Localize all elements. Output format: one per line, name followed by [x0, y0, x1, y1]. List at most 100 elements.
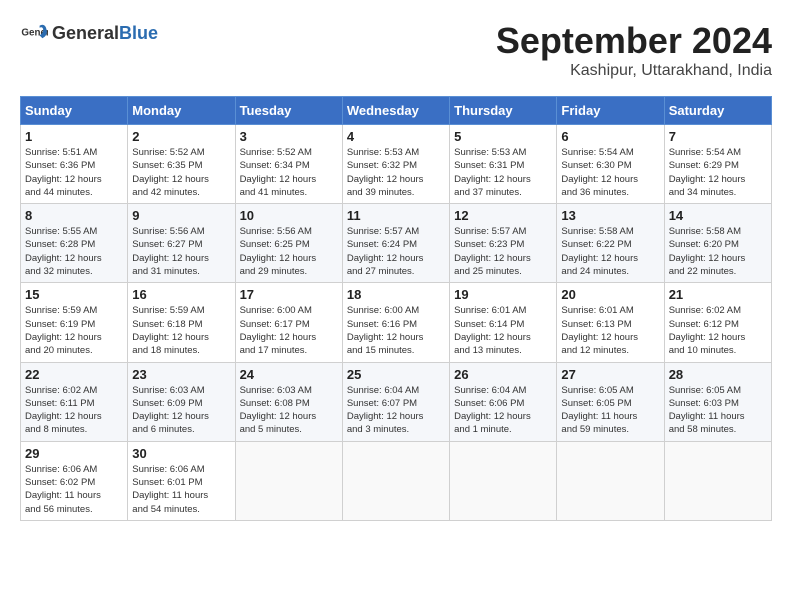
table-cell: 15 Sunrise: 5:59 AM Sunset: 6:19 PM Dayli… — [21, 283, 128, 362]
table-cell: 26Sunrise: 6:04 AM Sunset: 6:06 PM Dayli… — [450, 362, 557, 441]
day-number: 25 — [347, 367, 445, 382]
month-title: September 2024 — [496, 20, 772, 62]
table-cell: 13Sunrise: 5:58 AM Sunset: 6:22 PM Dayli… — [557, 204, 664, 283]
day-info: Sunrise: 5:55 AM Sunset: 6:28 PM Dayligh… — [25, 225, 123, 278]
day-number: 21 — [669, 287, 767, 302]
day-number: 4 — [347, 129, 445, 144]
table-cell — [664, 441, 771, 520]
day-number: 7 — [669, 129, 767, 144]
table-cell: 21 Sunrise: 6:02 AM Sunset: 6:12 PM Dayli… — [664, 283, 771, 362]
col-monday: Monday — [128, 97, 235, 125]
table-cell — [235, 441, 342, 520]
logo-general-text: General — [52, 24, 119, 44]
day-number: 14 — [669, 208, 767, 223]
day-info: Sunrise: 5:51 AM Sunset: 6:36 PM Dayligh… — [25, 146, 123, 199]
day-info: Sunrise: 5:54 AM Sunset: 6:30 PM Dayligh… — [561, 146, 659, 199]
table-cell: 7 Sunrise: 5:54 AM Sunset: 6:29 PM Daylig… — [664, 125, 771, 204]
day-info: Sunrise: 6:05 AM Sunset: 6:03 PM Dayligh… — [669, 384, 767, 437]
day-number: 9 — [132, 208, 230, 223]
day-number: 20 — [561, 287, 659, 302]
day-info: Sunrise: 5:58 AM Sunset: 6:20 PM Dayligh… — [669, 225, 767, 278]
day-number: 11 — [347, 208, 445, 223]
col-sunday: Sunday — [21, 97, 128, 125]
calendar-table: Sunday Monday Tuesday Wednesday Thursday… — [20, 96, 772, 521]
day-number: 22 — [25, 367, 123, 382]
table-cell: 5 Sunrise: 5:53 AM Sunset: 6:31 PM Daylig… — [450, 125, 557, 204]
table-cell: 24Sunrise: 6:03 AM Sunset: 6:08 PM Dayli… — [235, 362, 342, 441]
day-info: Sunrise: 6:05 AM Sunset: 6:05 PM Dayligh… — [561, 384, 659, 437]
calendar-row: 22Sunrise: 6:02 AM Sunset: 6:11 PM Dayli… — [21, 362, 772, 441]
table-cell: 22Sunrise: 6:02 AM Sunset: 6:11 PM Dayli… — [21, 362, 128, 441]
day-number: 8 — [25, 208, 123, 223]
day-number: 26 — [454, 367, 552, 382]
day-info: Sunrise: 6:01 AM Sunset: 6:13 PM Dayligh… — [561, 304, 659, 357]
table-cell: 29 Sunrise: 6:06 AM Sunset: 6:02 PM Dayli… — [21, 441, 128, 520]
day-info: Sunrise: 6:02 AM Sunset: 6:12 PM Dayligh… — [669, 304, 767, 357]
table-cell: 19Sunrise: 6:01 AM Sunset: 6:14 PM Dayli… — [450, 283, 557, 362]
day-number: 2 — [132, 129, 230, 144]
day-number: 24 — [240, 367, 338, 382]
day-number: 12 — [454, 208, 552, 223]
day-number: 28 — [669, 367, 767, 382]
day-info: Sunrise: 5:57 AM Sunset: 6:23 PM Dayligh… — [454, 225, 552, 278]
day-info: Sunrise: 6:00 AM Sunset: 6:16 PM Dayligh… — [347, 304, 445, 357]
day-info: Sunrise: 6:04 AM Sunset: 6:07 PM Dayligh… — [347, 384, 445, 437]
header: General General Blue September 2024 Kash… — [20, 20, 772, 80]
day-number: 16 — [132, 287, 230, 302]
day-info: Sunrise: 5:54 AM Sunset: 6:29 PM Dayligh… — [669, 146, 767, 199]
table-cell: 16 Sunrise: 5:59 AM Sunset: 6:18 PM Dayli… — [128, 283, 235, 362]
day-info: Sunrise: 5:59 AM Sunset: 6:19 PM Dayligh… — [25, 304, 123, 357]
day-info: Sunrise: 6:01 AM Sunset: 6:14 PM Dayligh… — [454, 304, 552, 357]
col-wednesday: Wednesday — [342, 97, 449, 125]
day-info: Sunrise: 6:06 AM Sunset: 6:01 PM Dayligh… — [132, 463, 230, 516]
table-cell: 12 Sunrise: 5:57 AM Sunset: 6:23 PM Dayli… — [450, 204, 557, 283]
day-number: 6 — [561, 129, 659, 144]
day-info: Sunrise: 6:06 AM Sunset: 6:02 PM Dayligh… — [25, 463, 123, 516]
logo-icon: General — [20, 20, 48, 48]
day-info: Sunrise: 5:57 AM Sunset: 6:24 PM Dayligh… — [347, 225, 445, 278]
table-cell — [450, 441, 557, 520]
logo-blue-text: Blue — [119, 24, 158, 44]
col-tuesday: Tuesday — [235, 97, 342, 125]
day-info: Sunrise: 5:56 AM Sunset: 6:27 PM Dayligh… — [132, 225, 230, 278]
table-cell: 4 Sunrise: 5:53 AM Sunset: 6:32 PM Daylig… — [342, 125, 449, 204]
table-cell: 1Sunrise: 5:51 AM Sunset: 6:36 PM Daylig… — [21, 125, 128, 204]
calendar-row: 29 Sunrise: 6:06 AM Sunset: 6:02 PM Dayli… — [21, 441, 772, 520]
table-cell: 11 Sunrise: 5:57 AM Sunset: 6:24 PM Dayli… — [342, 204, 449, 283]
col-thursday: Thursday — [450, 97, 557, 125]
day-number: 18 — [347, 287, 445, 302]
day-number: 5 — [454, 129, 552, 144]
day-info: Sunrise: 5:58 AM Sunset: 6:22 PM Dayligh… — [561, 225, 659, 278]
table-cell: 2 Sunrise: 5:52 AM Sunset: 6:35 PM Daylig… — [128, 125, 235, 204]
day-info: Sunrise: 6:00 AM Sunset: 6:17 PM Dayligh… — [240, 304, 338, 357]
day-info: Sunrise: 5:56 AM Sunset: 6:25 PM Dayligh… — [240, 225, 338, 278]
day-info: Sunrise: 5:53 AM Sunset: 6:32 PM Dayligh… — [347, 146, 445, 199]
table-cell — [557, 441, 664, 520]
table-cell: 23Sunrise: 6:03 AM Sunset: 6:09 PM Dayli… — [128, 362, 235, 441]
day-number: 30 — [132, 446, 230, 461]
title-area: September 2024 Kashipur, Uttarakhand, In… — [496, 20, 772, 80]
table-cell: 30 Sunrise: 6:06 AM Sunset: 6:01 PM Dayli… — [128, 441, 235, 520]
table-cell: 27Sunrise: 6:05 AM Sunset: 6:05 PM Dayli… — [557, 362, 664, 441]
table-cell: 25 Sunrise: 6:04 AM Sunset: 6:07 PM Dayli… — [342, 362, 449, 441]
day-number: 23 — [132, 367, 230, 382]
day-number: 15 — [25, 287, 123, 302]
day-number: 10 — [240, 208, 338, 223]
day-info: Sunrise: 5:52 AM Sunset: 6:35 PM Dayligh… — [132, 146, 230, 199]
table-cell — [342, 441, 449, 520]
col-saturday: Saturday — [664, 97, 771, 125]
day-info: Sunrise: 5:52 AM Sunset: 6:34 PM Dayligh… — [240, 146, 338, 199]
table-cell: 17 Sunrise: 6:00 AM Sunset: 6:17 PM Dayli… — [235, 283, 342, 362]
table-cell: 9 Sunrise: 5:56 AM Sunset: 6:27 PM Daylig… — [128, 204, 235, 283]
table-cell: 18 Sunrise: 6:00 AM Sunset: 6:16 PM Dayli… — [342, 283, 449, 362]
location-title: Kashipur, Uttarakhand, India — [496, 62, 772, 80]
calendar-row: 8 Sunrise: 5:55 AM Sunset: 6:28 PM Daylig… — [21, 204, 772, 283]
calendar-row: 1Sunrise: 5:51 AM Sunset: 6:36 PM Daylig… — [21, 125, 772, 204]
table-cell: 3Sunrise: 5:52 AM Sunset: 6:34 PM Daylig… — [235, 125, 342, 204]
day-number: 17 — [240, 287, 338, 302]
day-info: Sunrise: 5:53 AM Sunset: 6:31 PM Dayligh… — [454, 146, 552, 199]
table-cell: 10 Sunrise: 5:56 AM Sunset: 6:25 PM Dayli… — [235, 204, 342, 283]
day-info: Sunrise: 5:59 AM Sunset: 6:18 PM Dayligh… — [132, 304, 230, 357]
table-cell: 6 Sunrise: 5:54 AM Sunset: 6:30 PM Daylig… — [557, 125, 664, 204]
day-number: 29 — [25, 446, 123, 461]
